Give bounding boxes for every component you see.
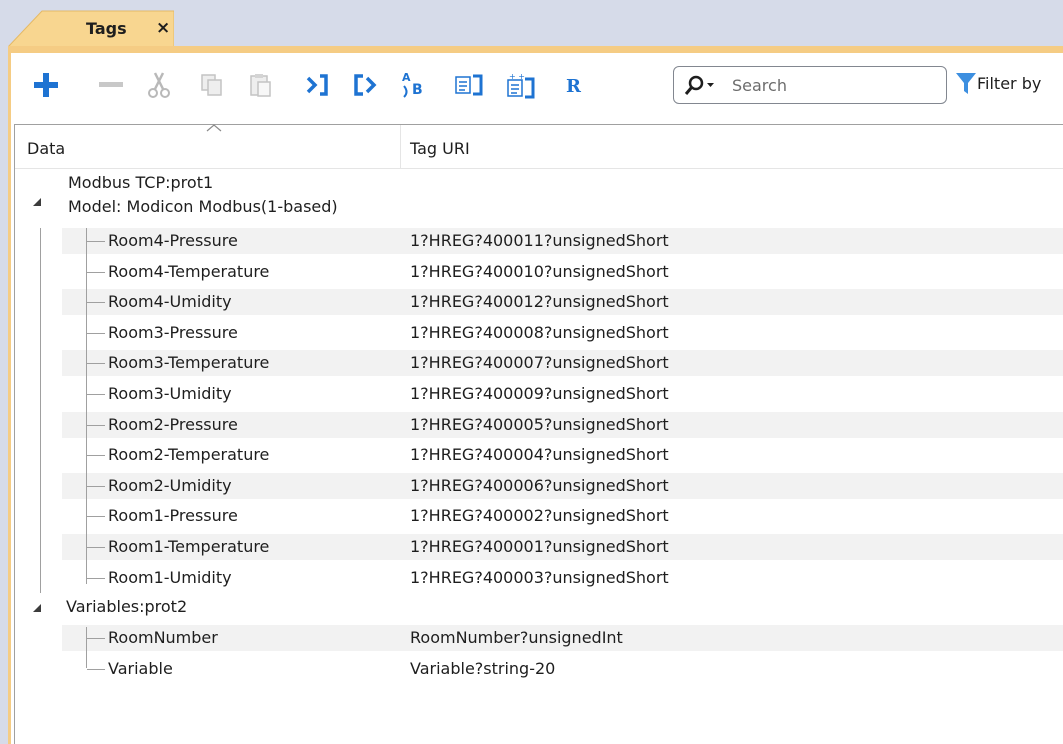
tag-name-cell[interactable]: RoomNumber xyxy=(108,628,218,647)
tag-name-cell[interactable]: Room4-Umidity xyxy=(108,292,232,311)
svg-text:B: B xyxy=(412,82,423,98)
group-title-model[interactable]: Model: Modicon Modbus(1-based) xyxy=(68,197,338,216)
tree-branch-line xyxy=(87,485,105,487)
tag-uri-cell[interactable]: 1?HREG?400003?unsignedShort xyxy=(410,568,669,587)
filter-icon xyxy=(956,73,976,94)
filter-by-button[interactable]: Filter by xyxy=(955,68,1063,102)
sort-ascending-icon xyxy=(206,124,222,132)
tag-uri-cell[interactable]: 1?HREG?400009?unsignedShort xyxy=(410,384,669,403)
copy-icon xyxy=(195,68,229,102)
tag-uri-cell[interactable]: 1?HREG?400007?unsignedShort xyxy=(410,353,669,372)
tag-uri-cell[interactable]: 1?HREG?400002?unsignedShort xyxy=(410,506,669,525)
export-tags-icon[interactable] xyxy=(349,68,383,102)
search-input[interactable] xyxy=(732,73,932,97)
tag-uri-cell[interactable]: 1?HREG?400006?unsignedShort xyxy=(410,476,669,495)
tag-name-cell[interactable]: Room3-Umidity xyxy=(108,384,232,403)
column-header-tag-uri[interactable]: Tag URI xyxy=(401,125,1063,169)
column-header-label: Data xyxy=(27,139,66,158)
search-box[interactable] xyxy=(673,66,947,104)
import-tags-icon[interactable] xyxy=(301,68,335,102)
tree-branch-line xyxy=(87,424,105,426)
tag-uri-cell[interactable]: 1?HREG?400008?unsignedShort xyxy=(410,323,669,342)
group-title-protocol[interactable]: Modbus TCP:prot1 xyxy=(68,173,213,192)
tag-uri-cell[interactable]: 1?HREG?400011?unsignedShort xyxy=(410,231,669,250)
cut-icon xyxy=(142,68,176,102)
tag-uri-cell[interactable]: Variable?string-20 xyxy=(410,659,555,678)
rename-icon[interactable]: R xyxy=(556,68,590,102)
tree-branch-line xyxy=(87,394,105,395)
tree-guide-line xyxy=(86,228,87,584)
tree-branch-line xyxy=(87,363,105,365)
tree-branch-line xyxy=(87,455,105,457)
tag-name-cell[interactable]: Room4-Pressure xyxy=(108,231,238,250)
tag-name-cell[interactable]: Room1-Pressure xyxy=(108,506,238,525)
column-header-data[interactable]: Data xyxy=(15,124,401,169)
tag-name-cell[interactable]: Room1-Umidity xyxy=(108,568,232,587)
tree-branch-line xyxy=(87,241,105,242)
collapse-arrow-icon[interactable] xyxy=(32,197,42,207)
tag-name-cell[interactable]: Room2-Umidity xyxy=(108,476,232,495)
tree-guide-line xyxy=(40,228,41,593)
tree-branch-line xyxy=(87,577,105,579)
tree-guide-line xyxy=(86,627,87,668)
tag-name-cell[interactable]: Room1-Temperature xyxy=(108,537,269,556)
filter-by-label: Filter by xyxy=(977,74,1042,93)
tree-branch-line xyxy=(87,271,105,273)
tab-tags[interactable]: Tags × xyxy=(8,10,174,47)
toolbar: AB + + R Filter by xyxy=(11,53,1063,124)
tag-uri-cell[interactable]: 1?HREG?400004?unsignedShort xyxy=(410,445,669,464)
tree-branch-line xyxy=(87,302,105,304)
sort-ab-icon[interactable]: AB xyxy=(400,68,434,102)
svg-text:R: R xyxy=(566,76,582,97)
group-title-variables[interactable]: Variables:prot2 xyxy=(66,597,187,616)
tag-name-cell[interactable]: Room3-Temperature xyxy=(108,353,269,372)
tree-branch-line xyxy=(87,668,105,670)
table-row[interactable] xyxy=(62,656,1063,682)
tag-name-cell[interactable]: Variable xyxy=(108,659,173,678)
tag-name-cell[interactable]: Room2-Pressure xyxy=(108,415,238,434)
dictionary-all-icon[interactable]: + + xyxy=(504,68,538,102)
remove-icon xyxy=(94,68,128,102)
column-header-label: Tag URI xyxy=(410,139,470,158)
paste-icon xyxy=(244,68,278,102)
tag-uri-cell[interactable]: 1?HREG?400001?unsignedShort xyxy=(410,537,669,556)
tree-branch-line xyxy=(87,332,105,334)
tag-name-cell[interactable]: Room3-Pressure xyxy=(108,323,238,342)
search-icon[interactable] xyxy=(684,75,722,97)
tag-uri-cell[interactable]: RoomNumber?unsignedInt xyxy=(410,628,623,647)
tree-branch-line xyxy=(87,638,105,639)
tag-uri-cell[interactable]: 1?HREG?400010?unsignedShort xyxy=(410,262,669,281)
add-icon[interactable] xyxy=(29,68,63,102)
tab-close-button[interactable]: × xyxy=(156,18,170,38)
tree-branch-line xyxy=(87,516,105,518)
tag-uri-cell[interactable]: 1?HREG?400012?unsignedShort xyxy=(410,292,669,311)
tab-label: Tags xyxy=(86,19,127,38)
collapse-arrow-icon[interactable] xyxy=(32,603,42,613)
tag-uri-cell[interactable]: 1?HREG?400005?unsignedShort xyxy=(410,415,669,434)
dictionary-icon[interactable] xyxy=(452,68,486,102)
svg-text:A: A xyxy=(402,71,411,84)
tree-branch-line xyxy=(87,547,105,548)
tag-name-cell[interactable]: Room4-Temperature xyxy=(108,262,269,281)
tag-name-cell[interactable]: Room2-Temperature xyxy=(108,445,269,464)
